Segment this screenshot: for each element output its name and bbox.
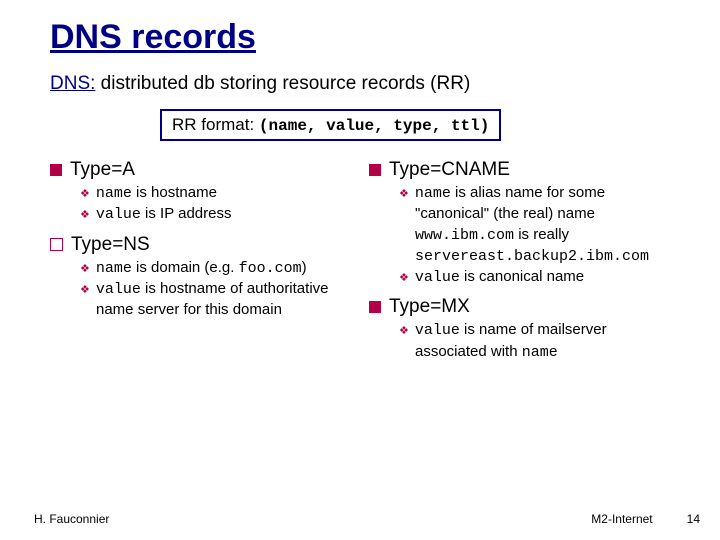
type-mx-list: value is name of mailserver associated w… — [369, 320, 680, 363]
page-title: DNS records — [50, 18, 680, 57]
subtitle-rest: distributed db storing resource records … — [95, 73, 470, 94]
type-ns-heading: Type=NS — [50, 234, 361, 256]
type-ns-list: name is domain (e.g. foo.com) value is h… — [50, 258, 361, 321]
type-cname-heading: Type=CNAME — [369, 159, 680, 181]
subtitle: DNS: distributed db storing resource rec… — [50, 73, 680, 95]
list-item: name is domain (e.g. foo.com) — [80, 258, 361, 279]
type-a-heading: Type=A — [50, 159, 361, 181]
footer-course: M2-Internet — [591, 512, 652, 526]
left-column: Type=A name is hostname value is IP addr… — [50, 153, 361, 371]
footer-right: M2-Internet 14 — [591, 512, 700, 526]
footer-page: 14 — [687, 512, 700, 526]
list-item: value is canonical name — [399, 267, 680, 288]
list-item: value is hostname of authoritative name … — [80, 279, 361, 321]
type-cname-list: name is alias name for some "canonical" … — [369, 183, 680, 288]
footer: H. Fauconnier M2-Internet 14 — [34, 512, 700, 526]
slide: DNS records DNS: distributed db storing … — [0, 0, 720, 540]
list-item: name is hostname — [80, 183, 361, 204]
right-column: Type=CNAME name is alias name for some "… — [369, 153, 680, 371]
list-item: name is alias name for some "canonical" … — [399, 183, 680, 267]
type-a-list: name is hostname value is IP address — [50, 183, 361, 226]
rr-format-box: RR format: (name, value, type, ttl) — [160, 109, 501, 141]
list-item: value is IP address — [80, 204, 361, 225]
rr-tuple: (name, value, type, ttl) — [259, 117, 489, 135]
footer-author: H. Fauconnier — [34, 512, 109, 526]
rr-label: RR format: — [172, 115, 259, 134]
columns: Type=A name is hostname value is IP addr… — [50, 153, 680, 371]
list-item: value is name of mailserver associated w… — [399, 320, 680, 363]
type-mx-heading: Type=MX — [369, 296, 680, 318]
subtitle-dns: DNS: — [50, 73, 95, 94]
